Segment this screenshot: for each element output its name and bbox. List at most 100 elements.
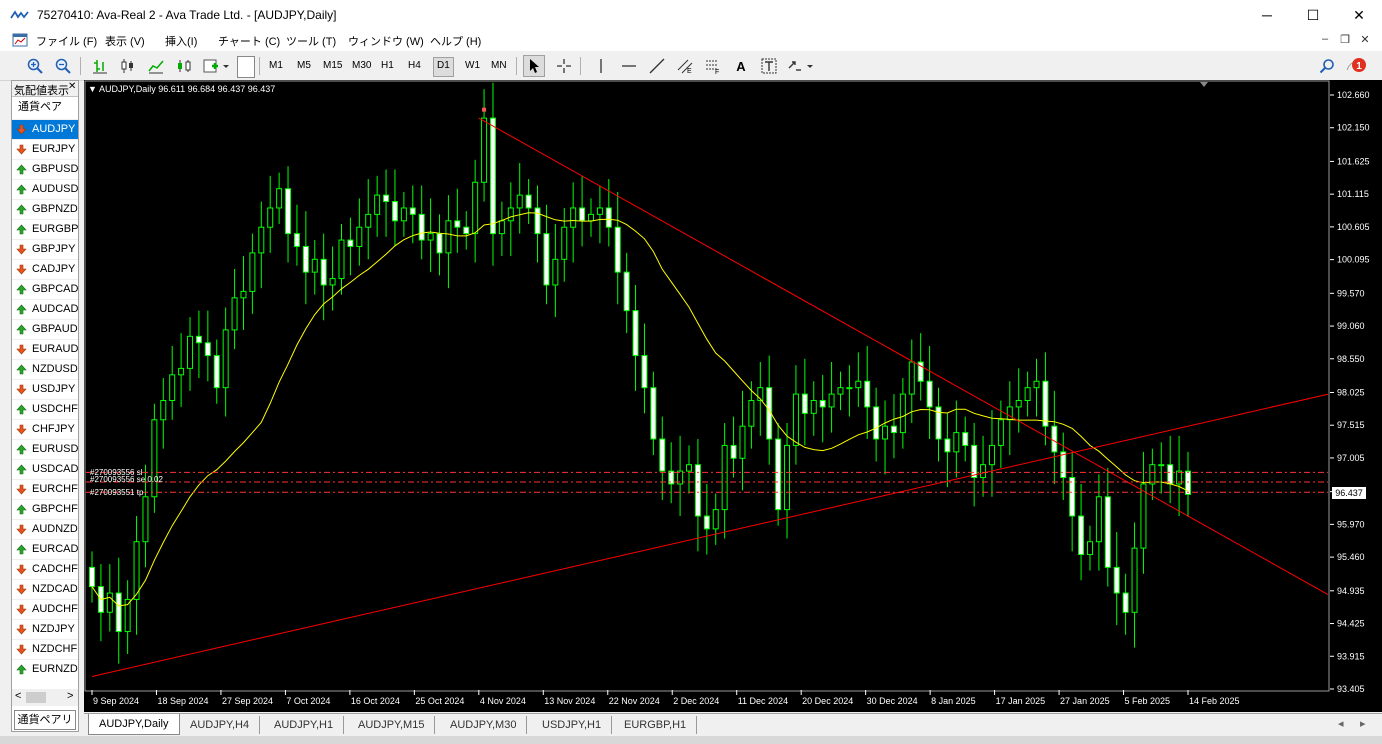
symbol-row[interactable]: EURCAD — [12, 539, 78, 559]
symbol-row[interactable]: AUDUSD — [12, 179, 78, 199]
new-indicator-icon[interactable] — [201, 55, 231, 77]
timeframe-w1[interactable]: W1 — [462, 57, 483, 75]
tabs-scroll-right-icon[interactable]: ▸ — [1360, 717, 1366, 730]
symbol-row[interactable]: NZDJPY — [12, 619, 78, 639]
arrow-up-icon — [16, 464, 27, 475]
chart-tab-usdjpy-h1[interactable]: USDJPY,H1 — [532, 716, 613, 734]
symbol-row[interactable]: NZDCHF — [12, 639, 78, 659]
candlestick-chart-icon[interactable] — [117, 55, 139, 77]
menu-chart[interactable]: チャート (C) — [218, 33, 280, 49]
candle-body — [1185, 470, 1191, 495]
symbol-row[interactable]: EURJPY — [12, 139, 78, 159]
symbol-row[interactable]: CADCHF — [12, 559, 78, 579]
cursor-icon[interactable] — [523, 55, 545, 77]
symbol-row[interactable]: EURUSD — [12, 439, 78, 459]
timeframe-m5[interactable]: M5 — [294, 57, 314, 75]
timeframe-m1[interactable]: M1 — [266, 57, 286, 75]
date-tick-label: 13 Nov 2024 — [544, 696, 595, 706]
scroll-left-icon[interactable]: < — [15, 690, 21, 702]
market-watch-title: 気配値表示 — [14, 85, 69, 97]
symbol-row[interactable]: GBPCAD — [12, 279, 78, 299]
trendline-icon[interactable] — [646, 55, 668, 77]
crosshair-icon[interactable] — [553, 55, 575, 77]
chart-menu-icon[interactable]: ▼ — [88, 84, 97, 94]
menu-tools[interactable]: ツール (T) — [286, 33, 336, 49]
maximize-button[interactable]: ☐ — [1290, 0, 1336, 30]
symbol-row[interactable]: AUDCHF — [12, 599, 78, 619]
symbol-row[interactable]: GBPAUD — [12, 319, 78, 339]
mdi-minimize-button[interactable]: – — [1316, 33, 1334, 45]
minimize-button[interactable]: ─ — [1244, 0, 1290, 30]
symbol-row[interactable]: CHFJPY — [12, 419, 78, 439]
template-box[interactable] — [237, 56, 255, 78]
timeframe-d1[interactable]: D1 — [433, 57, 454, 77]
symbol-row[interactable]: USDCHF — [12, 399, 78, 419]
symbol-row[interactable]: NZDCAD — [12, 579, 78, 599]
mdi-close-button[interactable]: ✕ — [1356, 33, 1374, 46]
symbol-row[interactable]: GBPCHF — [12, 499, 78, 519]
text-label-icon[interactable] — [758, 55, 780, 77]
symbol-row[interactable]: GBPNZD — [12, 199, 78, 219]
mdi-restore-button[interactable]: ❐ — [1336, 33, 1354, 46]
timeframe-h1[interactable]: H1 — [378, 57, 397, 75]
chart-tab-audjpy-m15[interactable]: AUDJPY,M15 — [348, 716, 436, 734]
timeframe-mn[interactable]: MN — [488, 57, 510, 75]
symbol-row[interactable]: AUDJPY — [12, 119, 78, 139]
tabs-scroll-left-icon[interactable]: ◂ — [1338, 717, 1344, 730]
scroll-right-icon[interactable]: > — [67, 690, 73, 702]
chart-ohlc-header: AUDJPY,Daily 96.611 96.684 96.437 96.437 — [98, 84, 276, 94]
timeframe-m30[interactable]: M30 — [349, 57, 374, 75]
symbol-name: GBPJPY — [32, 243, 76, 255]
symbol-row[interactable]: EURGBP — [12, 219, 78, 239]
chart-tab-audjpy-daily[interactable]: AUDJPY,Daily — [88, 714, 180, 735]
text-tool-icon[interactable]: A — [730, 55, 752, 77]
search-icon[interactable] — [1316, 55, 1338, 77]
chart-tab-audjpy-h1[interactable]: AUDJPY,H1 — [264, 716, 345, 734]
close-icon[interactable]: ✕ — [68, 81, 76, 92]
symbol-row[interactable]: EURCHF — [12, 479, 78, 499]
chart-tab-audjpy-m30[interactable]: AUDJPY,M30 — [440, 716, 528, 734]
menu-view[interactable]: 表示 (V) — [105, 33, 145, 49]
symbol-row[interactable]: NZDUSD — [12, 359, 78, 379]
timeframe-m15[interactable]: M15 — [320, 57, 345, 75]
fibonacci-icon[interactable]: F — [702, 55, 724, 77]
channel-icon[interactable]: E — [674, 55, 696, 77]
symbol-row[interactable]: GBPJPY — [12, 239, 78, 259]
menu-insert[interactable]: 挿入(I) — [165, 33, 197, 49]
symbol-row[interactable]: AUDNZD — [12, 519, 78, 539]
symbol-row[interactable]: AUDCAD — [12, 299, 78, 319]
close-button[interactable]: ✕ — [1336, 0, 1382, 30]
candle-body — [169, 374, 176, 402]
symbol-column-header[interactable]: 通貨ペア — [12, 98, 78, 117]
symbol-row[interactable]: USDCAD — [12, 459, 78, 479]
candle-body — [810, 400, 817, 414]
line-chart-icon[interactable] — [145, 55, 167, 77]
autoscroll-icon[interactable] — [173, 55, 195, 77]
market-watch-tab-symbols[interactable]: 通貨ペアリ — [14, 710, 76, 730]
symbol-row[interactable]: GBPUSD — [12, 159, 78, 179]
horizontal-scrollbar[interactable]: < > — [12, 689, 78, 706]
candle-body — [240, 290, 247, 299]
bar-chart-icon[interactable] — [89, 55, 111, 77]
zoom-out-icon[interactable] — [52, 55, 74, 77]
menu-help[interactable]: ヘルプ (H) — [430, 33, 481, 49]
chart-tab-eurgbp-h1[interactable]: EURGBP,H1 — [614, 716, 698, 734]
vertical-line-icon[interactable] — [590, 55, 612, 77]
scrollbar-thumb[interactable] — [26, 692, 46, 703]
chart-area[interactable]: 102.660 102.150 101.625 101.115 100.605 100.0… — [84, 80, 1382, 712]
arrow-up-icon — [16, 364, 27, 375]
chart-tab-audjpy-h4[interactable]: AUDJPY,H4 — [180, 716, 261, 734]
arrows-dropdown-icon[interactable] — [786, 55, 816, 77]
menu-window[interactable]: ウィンドウ (W) — [348, 33, 424, 49]
arrow-down-icon — [16, 344, 27, 355]
price-chart[interactable]: 102.660 102.150 101.625 101.115 100.605 100.0… — [84, 80, 1382, 712]
horizontal-line-icon[interactable] — [618, 55, 640, 77]
symbol-row[interactable]: EURAUD — [12, 339, 78, 359]
timeframe-h4[interactable]: H4 — [405, 57, 424, 75]
zoom-in-icon[interactable] — [24, 55, 46, 77]
notification-icon[interactable]: 1 — [1344, 55, 1370, 77]
symbol-row[interactable]: EURNZD — [12, 659, 78, 679]
symbol-row[interactable]: USDJPY — [12, 379, 78, 399]
symbol-row[interactable]: CADJPY — [12, 259, 78, 279]
menu-file[interactable]: ファイル (F) — [36, 33, 97, 49]
